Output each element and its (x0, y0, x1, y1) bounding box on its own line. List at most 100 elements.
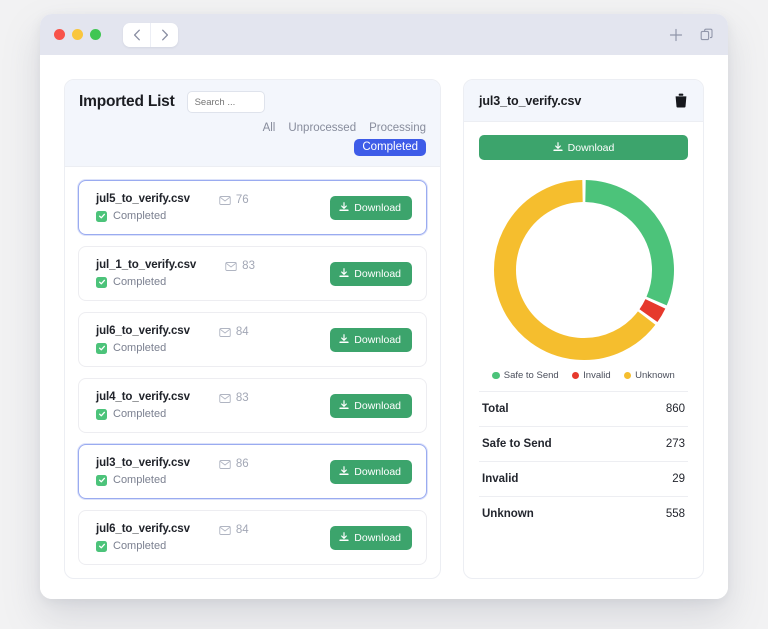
imported-list-card: Imported List All Unprocessed Processing… (64, 79, 441, 579)
table-row[interactable]: jul4_to_verify.csv Completed 83 Download (78, 378, 427, 433)
check-icon (96, 210, 107, 222)
status-badge: Completed (96, 276, 196, 288)
verification-donut-chart (479, 160, 688, 370)
donut-chart-svg (493, 180, 674, 360)
download-icon (339, 334, 349, 343)
status-badge: Completed (96, 210, 190, 222)
filter-tab-unprocessed[interactable]: Unprocessed (288, 122, 356, 134)
download-icon (339, 268, 349, 277)
file-name: jul_1_to_verify.csv (96, 259, 197, 271)
status-label: Completed (113, 342, 167, 354)
table-row[interactable]: jul3_to_verify.csv Completed 86 Download (78, 444, 427, 499)
email-count-value: 84 (235, 326, 249, 338)
legend-swatch-red (571, 371, 580, 380)
delete-file-button[interactable] (674, 93, 688, 108)
stat-label: Total (482, 403, 509, 415)
download-icon (339, 466, 349, 475)
legend-label: Safe to Send (503, 370, 559, 381)
table-row: Safe to Send 273 (479, 426, 688, 461)
table-row[interactable]: jul_1_to_verify.csv Completed 83 Downloa… (78, 246, 427, 301)
legend-swatch-yellow (623, 371, 632, 380)
email-count: 76 (219, 193, 249, 206)
table-row[interactable]: jul5_to_verify.csv Completed 76 Download (78, 180, 427, 235)
table-row: Total 860 (479, 391, 688, 426)
table-row: Invalid 29 (479, 461, 688, 496)
page-title: Imported List (79, 93, 175, 110)
download-button[interactable]: Download (330, 525, 412, 550)
tab-overview-button[interactable] (700, 28, 714, 42)
stat-label: Unknown (482, 508, 534, 520)
donut-slice-safe-to-send (584, 180, 674, 306)
download-button-label: Download (354, 399, 401, 412)
stat-label: Invalid (482, 473, 519, 485)
detail-download-button[interactable]: Download (479, 135, 688, 160)
forward-button[interactable] (150, 22, 178, 47)
email-count: 84 (219, 325, 249, 338)
maximize-window-button[interactable] (90, 29, 101, 40)
download-button-label: Download (354, 201, 401, 214)
status-label: Completed (113, 210, 167, 222)
download-button[interactable]: Download (330, 261, 412, 286)
file-info: jul6_to_verify.csv Completed (96, 523, 190, 552)
status-badge: Completed (96, 408, 190, 420)
download-button[interactable]: Download (330, 393, 412, 418)
status-label: Completed (113, 276, 167, 288)
stats-table: Total 860 Safe to Send 273 Invalid 29 Un… (479, 391, 688, 531)
table-row[interactable]: jul6_to_verify.csv Completed 84 Download (78, 510, 427, 565)
file-info: jul_1_to_verify.csv Completed (96, 259, 196, 288)
legend-item-unknown: Unknown (623, 370, 675, 381)
download-icon (339, 532, 349, 541)
email-count: 86 (219, 457, 249, 470)
file-info: jul5_to_verify.csv Completed (96, 193, 190, 222)
donut-slice-invalid (638, 298, 665, 323)
stat-value: 273 (665, 438, 685, 450)
email-count: 83 (219, 391, 249, 404)
trash-icon (675, 93, 687, 108)
table-row: Unknown 558 (479, 496, 688, 531)
legend-label: Invalid (583, 370, 611, 381)
filter-tabs: All Unprocessed Processing (263, 122, 426, 134)
filter-tabs-second-row: Completed (79, 139, 426, 156)
file-info: jul6_to_verify.csv Completed (96, 325, 190, 354)
download-button[interactable]: Download (330, 327, 412, 352)
filter-tab-completed[interactable]: Completed (354, 139, 426, 156)
minimize-window-button[interactable] (72, 29, 83, 40)
browser-titlebar (40, 14, 728, 55)
email-count-value: 86 (235, 458, 249, 470)
envelope-icon (219, 525, 231, 535)
envelope-icon (219, 459, 231, 469)
download-button[interactable]: Download (330, 195, 412, 220)
stat-value: 558 (665, 508, 685, 520)
envelope-icon (225, 261, 237, 271)
back-button[interactable] (123, 23, 150, 47)
stat-label: Safe to Send (482, 438, 552, 450)
check-icon (96, 342, 107, 354)
plus-icon (669, 28, 683, 41)
check-icon (96, 408, 107, 420)
browser-window: Imported List All Unprocessed Processing… (40, 14, 728, 599)
chevron-left-icon (133, 29, 140, 40)
search-input[interactable] (186, 91, 265, 113)
file-detail-body: Download Safe to Send Invalid Unknown To… (464, 122, 703, 578)
table-row[interactable]: jul6_to_verify.csv Completed 84 Download (78, 312, 427, 367)
download-button[interactable]: Download (330, 459, 412, 484)
check-icon (96, 540, 107, 552)
new-tab-button[interactable] (669, 28, 683, 42)
filter-tab-processing[interactable]: Processing (369, 122, 426, 134)
window-traffic-lights (54, 29, 101, 40)
status-badge: Completed (96, 474, 190, 486)
check-icon (96, 276, 107, 288)
stat-value: 29 (672, 473, 685, 485)
file-info: jul4_to_verify.csv Completed (96, 391, 190, 420)
legend-item-safe-to-send: Safe to Send (492, 370, 559, 381)
download-icon (552, 142, 563, 151)
close-window-button[interactable] (54, 29, 65, 40)
titlebar-actions (669, 28, 714, 42)
email-count-value: 84 (235, 524, 249, 536)
download-button-label: Download (354, 465, 401, 478)
file-name: jul6_to_verify.csv (96, 523, 190, 535)
filter-tab-all[interactable]: All (263, 122, 276, 134)
copy-tabs-icon (700, 28, 713, 40)
download-button-label: Download (354, 267, 401, 280)
download-button-label: Download (354, 333, 401, 346)
